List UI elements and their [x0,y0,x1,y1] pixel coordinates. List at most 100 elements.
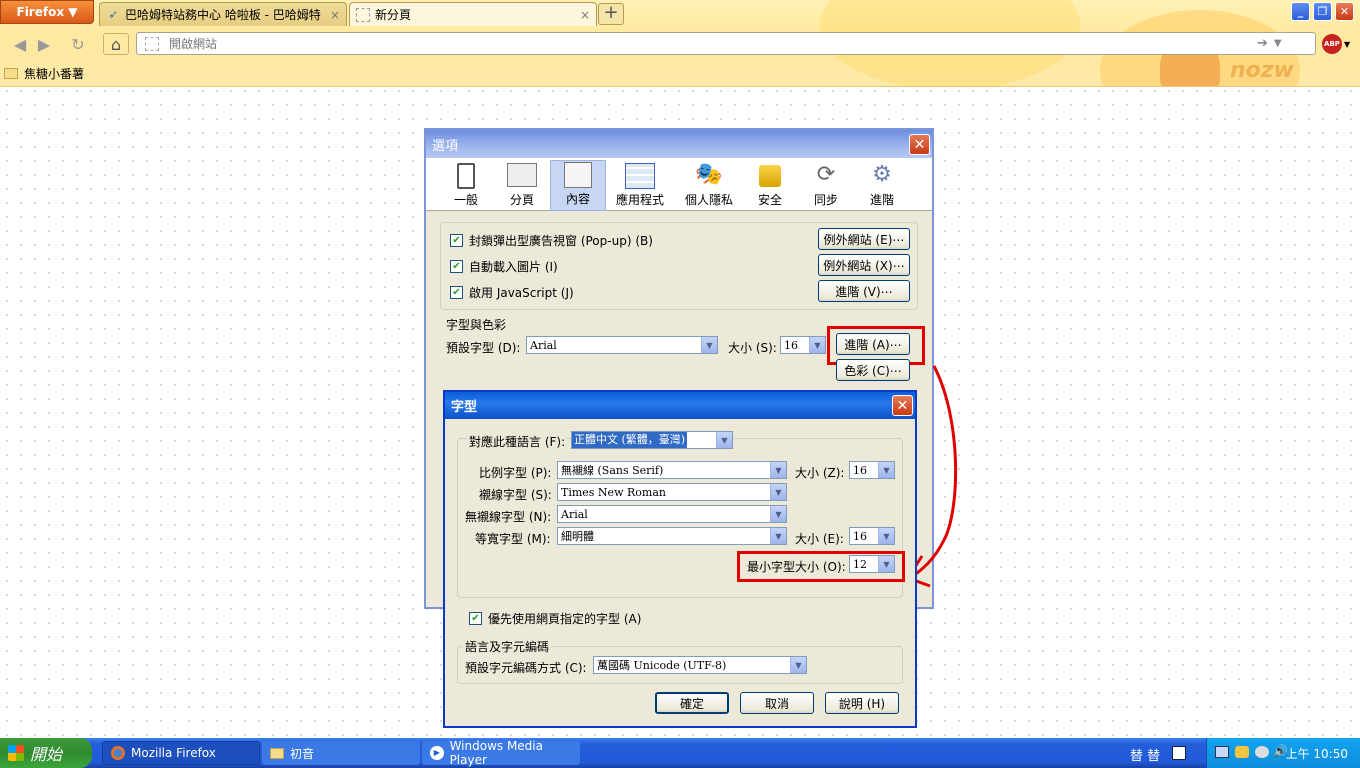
restore-button[interactable]: ❐ [1313,2,1332,21]
popup-label: 封鎖彈出型廣告視窗 (Pop-up) (B) [469,234,653,248]
home-icon[interactable]: ⌂ [103,33,129,55]
start-label: 開始 [30,745,63,764]
content-icon [564,162,592,188]
serif-value: Times New Roman [561,485,666,499]
options-pane-bar: 一般 分頁 內容 應用程式 🎭 個人隱私 安全 ⟳ 同步 ⚙ 進階 [426,158,932,211]
reload-icon[interactable]: ↻ [66,33,90,55]
close-window-button[interactable]: ✕ [1335,2,1354,21]
chevron-down-icon: ▼ [1344,39,1351,49]
task-media-player[interactable]: ▶ Windows Media Player [422,739,580,767]
start-button[interactable]: 開始 [0,738,92,768]
task-firefox[interactable]: Mozilla Firefox [102,741,260,765]
chevron-down-icon: ▼ [770,484,786,500]
pane-label: 個人隱私 [684,193,733,207]
site-identity-icon [145,36,159,51]
checkbox-checked-icon[interactable]: ✔ [450,286,463,299]
cancel-button[interactable]: 取消 [740,692,814,714]
popup-exceptions-button[interactable]: 例外網站 (E)⋯ [818,228,910,250]
chevron-down-icon: ▼ [878,462,894,478]
gear-icon: ⚙ [872,162,892,187]
images-exceptions-button[interactable]: 例外網站 (X)⋯ [818,254,910,276]
fonts-titlebar: 字型 ✕ [445,392,915,419]
options-titlebar: 選項 ✕ [426,130,932,158]
sans-select[interactable]: Arial ▼ [557,505,787,523]
new-tab-button[interactable]: + [598,3,624,25]
fonts-dialog: 字型 ✕ 對應此種語言 (F): 正體中文 (繁體，臺灣) ▼ 比例字型 (P)… [443,390,917,728]
back-icon[interactable]: ◀ [8,33,32,55]
tab-close-icon[interactable]: × [580,8,590,22]
forward-icon[interactable]: ▶ [32,33,56,55]
url-input[interactable] [169,36,1249,51]
fonts-close-button[interactable]: ✕ [892,395,913,416]
allow-pages-label: 優先使用網頁指定的字型 (A) [488,612,642,626]
clock[interactable]: 上午 10:50 [1286,745,1348,762]
tab-bahamut[interactable]: ➶ 巴哈姆特站務中心 哈啦板 - 巴哈姆特 × [99,2,347,26]
task-folder[interactable]: 初音 [262,741,420,765]
allow-pages-checkbox-row[interactable]: ✔ 優先使用網頁指定的字型 (A) [469,610,641,627]
pane-privacy[interactable]: 🎭 個人隱私 [678,160,740,211]
images-checkbox-row[interactable]: ✔ 自動載入圖片 (I) [450,258,558,275]
minimize-button[interactable]: _ [1291,2,1310,21]
language-label: 對應此種語言 (F): [467,433,568,450]
applications-icon [625,163,655,189]
pane-sync[interactable]: ⟳ 同步 [798,160,854,211]
pane-content[interactable]: 內容 [550,160,606,211]
javascript-checkbox-row[interactable]: ✔ 啟用 JavaScript (J) [450,284,574,301]
popup-checkbox-row[interactable]: ✔ 封鎖彈出型廣告視窗 (Pop-up) (B) [450,232,653,249]
tab-title: 巴哈姆特站務中心 哈啦板 - 巴哈姆特 [125,8,321,22]
pane-label: 分頁 [509,193,534,207]
pane-advanced[interactable]: ⚙ 進階 [854,160,910,211]
mono-label: 等寬字型 (M): [475,532,551,546]
default-font-select[interactable]: Arial ▼ [526,336,718,354]
options-close-button[interactable]: ✕ [909,134,930,155]
tab-close-icon[interactable]: × [330,8,340,22]
firefox-menu-button[interactable]: Firefox ▼ [0,0,94,24]
pane-label: 同步 [813,193,838,207]
pane-general[interactable]: 一般 [438,160,494,211]
ok-button[interactable]: 確定 [655,692,729,714]
colors-button[interactable]: 色彩 (C)⋯ [836,359,910,381]
theme-text: nozw [1230,58,1294,83]
adblock-plus-button[interactable]: ABP ▼ [1322,33,1356,55]
pane-tabs[interactable]: 分頁 [494,160,550,211]
encoding-select[interactable]: 萬國碼 Unicode (UTF-8) ▼ [593,656,807,674]
fonts-colors-group-label: 字型與色彩 [446,318,507,332]
firefox-icon [111,746,125,760]
volume-icon[interactable]: 🔊 [1273,744,1288,758]
language-select[interactable]: 正體中文 (繁體，臺灣) ▼ [571,431,733,449]
tab-new[interactable]: 新分頁 × [349,2,597,26]
language-indicator[interactable]: 替 替 [1130,745,1160,764]
default-font-value: Arial [530,338,557,352]
windows-logo-icon [8,745,24,761]
help-button[interactable]: 說明 (H) [825,692,899,714]
serif-select[interactable]: Times New Roman ▼ [557,483,787,501]
chevron-down-icon: ▼ [790,657,806,673]
checkbox-checked-icon[interactable]: ✔ [450,260,463,273]
javascript-advanced-button[interactable]: 進階 (V)⋯ [818,280,910,302]
checkbox-checked-icon[interactable]: ✔ [469,612,482,625]
input-mode-icon[interactable] [1172,746,1186,760]
size-select[interactable]: 16 ▼ [780,336,826,354]
tray-app-icon[interactable] [1235,746,1249,758]
network-icon[interactable] [1215,746,1229,758]
pane-security[interactable]: 安全 [742,160,798,211]
proportional-select[interactable]: 無襯線 (Sans Serif) ▼ [557,461,787,479]
system-tray: 🔊 上午 10:50 [1206,738,1360,768]
dropdown-arrow-icon[interactable]: ▼ [1274,38,1282,49]
mono-size-select[interactable]: 16 ▼ [849,527,895,545]
go-arrow-icon[interactable]: ➔ [1257,36,1268,51]
tray-app-icon[interactable] [1255,746,1269,758]
chevron-down-icon: ▼ [770,462,786,478]
mono-select[interactable]: 細明體 ▼ [557,527,787,545]
mono-size-value: 16 [853,529,867,543]
bookmark-label: 焦糖小番薯 [24,67,85,81]
folder-icon [4,68,18,79]
proportional-label: 比例字型 (P): [479,466,552,480]
prop-size-select[interactable]: 16 ▼ [849,461,895,479]
bookmark-item[interactable]: 焦糖小番薯 [4,65,84,82]
encoding-value: 萬國碼 Unicode (UTF-8) [597,659,727,672]
pane-applications[interactable]: 應用程式 [606,160,674,211]
url-bar[interactable]: ➔ ▼ [136,32,1316,55]
general-icon [457,163,475,189]
checkbox-checked-icon[interactable]: ✔ [450,234,463,247]
